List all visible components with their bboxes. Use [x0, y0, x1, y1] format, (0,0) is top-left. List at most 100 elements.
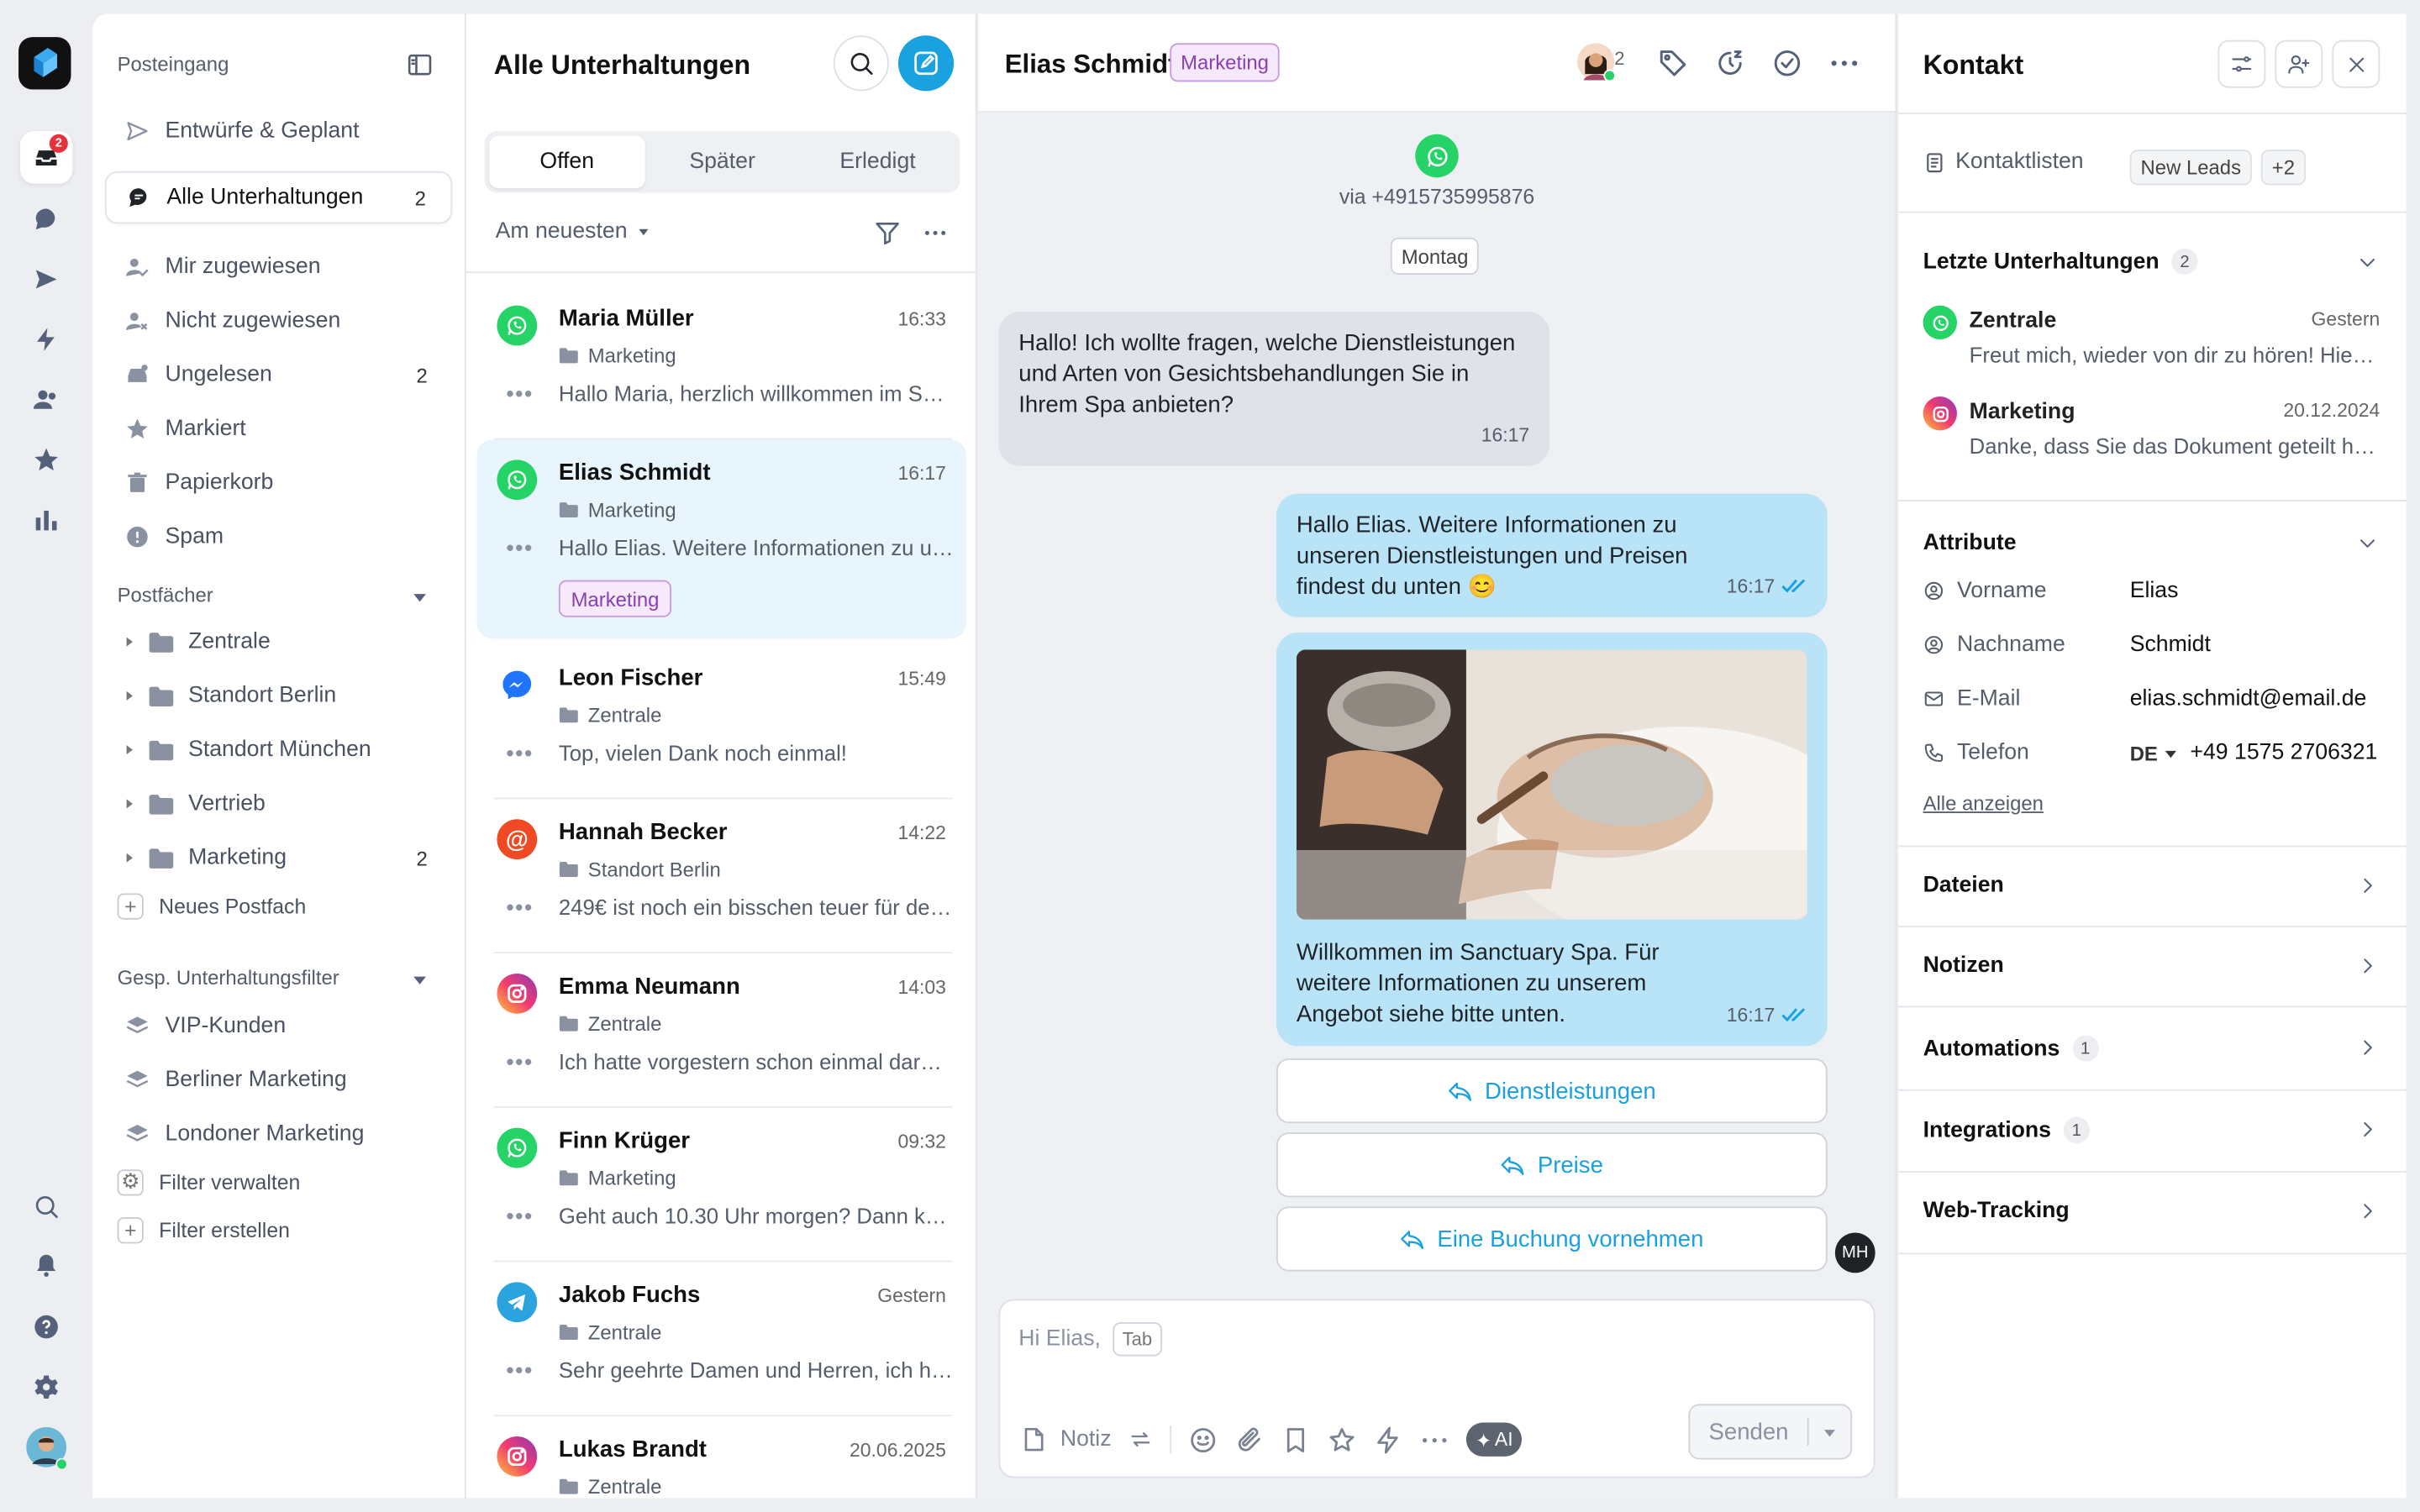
filter-berliner-marketing[interactable]: Berliner Marketing — [105, 1053, 452, 1105]
rail-starred-button[interactable] — [20, 433, 72, 486]
section-dateien[interactable]: Dateien — [1923, 874, 2004, 898]
user-avatar[interactable] — [20, 1421, 72, 1473]
chevron-down-icon[interactable] — [2357, 533, 2379, 554]
switch-button[interactable] — [1128, 1427, 1153, 1452]
send-options-button[interactable] — [1809, 1425, 1851, 1439]
rail-settings-button[interactable] — [20, 1361, 72, 1413]
country-code[interactable]: DE — [2130, 742, 2158, 765]
search-button[interactable] — [833, 35, 889, 92]
conversation-item[interactable]: Emma Neumann 14:03 Zentrale ••• Ich hatt… — [477, 953, 966, 1108]
quick-reply-button[interactable]: Dienstleistungen — [1276, 1058, 1828, 1124]
composer-more-button[interactable] — [1420, 1425, 1449, 1454]
collapse-sidebar-button[interactable] — [406, 51, 434, 79]
sidebar-item-starred[interactable]: Markiert — [105, 402, 452, 454]
filter-londoner-marketing[interactable]: Londoner Marketing — [105, 1108, 452, 1160]
rail-notifications-button[interactable] — [20, 1239, 72, 1291]
conversation-item[interactable]: @ Hannah Becker 14:22 Standort Berlin ••… — [477, 799, 966, 954]
conversation-item[interactable]: Jakob Fuchs Gestern Zentrale ••• Sehr ge… — [477, 1262, 966, 1417]
automation-button[interactable] — [1374, 1425, 1403, 1454]
rail-contacts-button[interactable] — [20, 373, 72, 425]
chevron-right-icon[interactable] — [2357, 1200, 2379, 1222]
attribute-last-name[interactable]: Nachname Schmidt — [1923, 627, 2386, 664]
list-more-button[interactable] — [922, 219, 950, 247]
sidebar-item-unassigned[interactable]: Nicht zugewiesen — [105, 295, 452, 347]
mailbox-vertrieb[interactable]: Vertrieb — [105, 780, 452, 827]
contact-settings-button[interactable] — [2217, 39, 2266, 88]
section-notizen[interactable]: Notizen — [1923, 953, 2004, 978]
emoji-button[interactable] — [1188, 1425, 1218, 1454]
chat-more-button[interactable] — [1829, 48, 1860, 79]
tab-offen[interactable]: Offen — [489, 135, 645, 189]
attributes-header[interactable]: Attribute — [1923, 531, 2017, 555]
sidebar-item-assigned-to-me[interactable]: Mir zugewiesen — [105, 241, 452, 293]
contact-list-more-chip[interactable]: +2 — [2260, 150, 2306, 186]
send-button[interactable]: Senden — [1688, 1404, 1853, 1460]
chevron-right-icon[interactable] — [2357, 1037, 2379, 1058]
quick-reply-button[interactable]: Eine Buchung vornehmen — [1276, 1206, 1828, 1272]
chevron-right-icon[interactable] — [2357, 955, 2379, 977]
rail-send-button[interactable] — [20, 253, 72, 305]
conversation-item-selected[interactable]: Elias Schmidt 16:17 Marketing ••• Hallo … — [476, 439, 966, 639]
resolve-button[interactable] — [1772, 48, 1803, 79]
tag-button[interactable] — [1658, 48, 1689, 79]
filter-button[interactable] — [874, 219, 902, 247]
conversation-item[interactable]: Maria Müller 16:33 Marketing ••• Hallo M… — [477, 286, 966, 440]
sort-dropdown[interactable]: Am neuesten — [496, 219, 652, 244]
recent-conversation[interactable]: Marketing 20.12.2024 Danke, dass Sie das… — [1923, 396, 2380, 470]
attribute-first-name[interactable]: Vorname Elias — [1923, 572, 2386, 609]
chevron-right-icon[interactable] — [2357, 1119, 2379, 1141]
close-panel-button[interactable] — [2332, 39, 2381, 88]
mailbox-zentrale[interactable]: Zentrale — [105, 619, 452, 665]
rail-inbox-button[interactable]: 2 — [19, 131, 73, 184]
rail-search-button[interactable] — [20, 1180, 72, 1232]
chat-tag[interactable]: Marketing — [1170, 43, 1280, 82]
conversation-item[interactable]: Finn Krüger 09:32 Marketing ••• Geht auc… — [477, 1108, 966, 1263]
show-all-attributes-link[interactable]: Alle anzeigen — [1923, 791, 2044, 815]
attribute-phone[interactable]: Telefon DE +49 1575 2706321 — [1923, 734, 2386, 771]
tab-erledigt[interactable]: Erledigt — [800, 136, 955, 188]
ai-button[interactable]: ✦ AI — [1465, 1422, 1523, 1457]
assign-contact-button[interactable] — [2275, 39, 2323, 88]
mailboxes-section-header[interactable]: Postfächer — [118, 583, 442, 606]
star-button[interactable] — [1328, 1425, 1357, 1454]
conversation-item[interactable]: Leon Fischer 15:49 Zentrale ••• Top, vie… — [477, 645, 966, 800]
bookmark-button[interactable] — [1281, 1425, 1311, 1454]
manage-filters-button[interactable]: ⚙ Filter verwalten — [117, 1163, 300, 1200]
quick-reply-button[interactable]: Preise — [1276, 1132, 1828, 1198]
mailbox-marketing[interactable]: Marketing 2 — [105, 835, 452, 881]
filters-section-header[interactable]: Gesp. Unterhaltungsfilter — [118, 966, 442, 989]
sidebar-item-drafts[interactable]: Entwürfe & Geplant — [105, 105, 452, 157]
recent-conversations-header[interactable]: Letzte Unterhaltungen 2 — [1923, 248, 2198, 275]
app-logo[interactable] — [18, 37, 71, 90]
section-integrations[interactable]: Integrations 1 — [1923, 1116, 2090, 1144]
conversation-tag[interactable]: Marketing — [558, 580, 672, 617]
mailbox-standort-berlin[interactable]: Standort Berlin — [105, 673, 452, 719]
sidebar-item-trash[interactable]: Papierkorb — [105, 457, 452, 509]
spa-image[interactable] — [1296, 649, 1807, 920]
sidebar-item-unread[interactable]: Ungelesen 2 — [105, 349, 452, 401]
mailbox-standort-muenchen[interactable]: Standort München — [105, 727, 452, 773]
conversation-item[interactable]: Lukas Brandt 20.06.2025 Zentrale — [477, 1416, 966, 1498]
sidebar-item-spam[interactable]: Spam — [105, 511, 452, 563]
rail-chat-button[interactable] — [20, 193, 72, 245]
note-toggle[interactable]: Notiz — [1020, 1425, 1112, 1453]
contact-list-chip[interactable]: New Leads — [2129, 150, 2252, 186]
attach-button[interactable] — [1234, 1425, 1264, 1454]
snooze-button[interactable] — [1715, 48, 1746, 79]
tab-spaeter[interactable]: Später — [644, 136, 800, 188]
recent-conversation[interactable]: Zentrale Gestern Freut mich, wieder von … — [1923, 305, 2380, 380]
sidebar-item-all-conversations[interactable]: Alle Unterhaltungen 2 — [104, 171, 453, 224]
compose-button[interactable] — [897, 35, 955, 92]
attribute-email[interactable]: E-Mail elias.schmidt@email.de — [1923, 680, 2386, 717]
rail-reports-button[interactable] — [20, 494, 72, 546]
rail-help-button[interactable] — [20, 1300, 72, 1352]
new-mailbox-button[interactable]: + Neues Postfach — [117, 887, 306, 924]
rail-automation-button[interactable] — [20, 313, 72, 365]
message-composer[interactable]: Hi Elias, Tab Notiz ✦ AI Senden — [998, 1299, 1876, 1478]
section-web-tracking[interactable]: Web-Tracking — [1923, 1199, 2070, 1223]
create-filter-button[interactable]: + Filter erstellen — [117, 1211, 290, 1248]
assigned-agents[interactable]: 2 — [1577, 43, 1625, 83]
composer-input[interactable]: Hi Elias, Tab — [1018, 1322, 1162, 1357]
section-automations[interactable]: Automations 1 — [1923, 1035, 2099, 1062]
filter-vip-kunden[interactable]: VIP-Kunden — [105, 1000, 452, 1052]
